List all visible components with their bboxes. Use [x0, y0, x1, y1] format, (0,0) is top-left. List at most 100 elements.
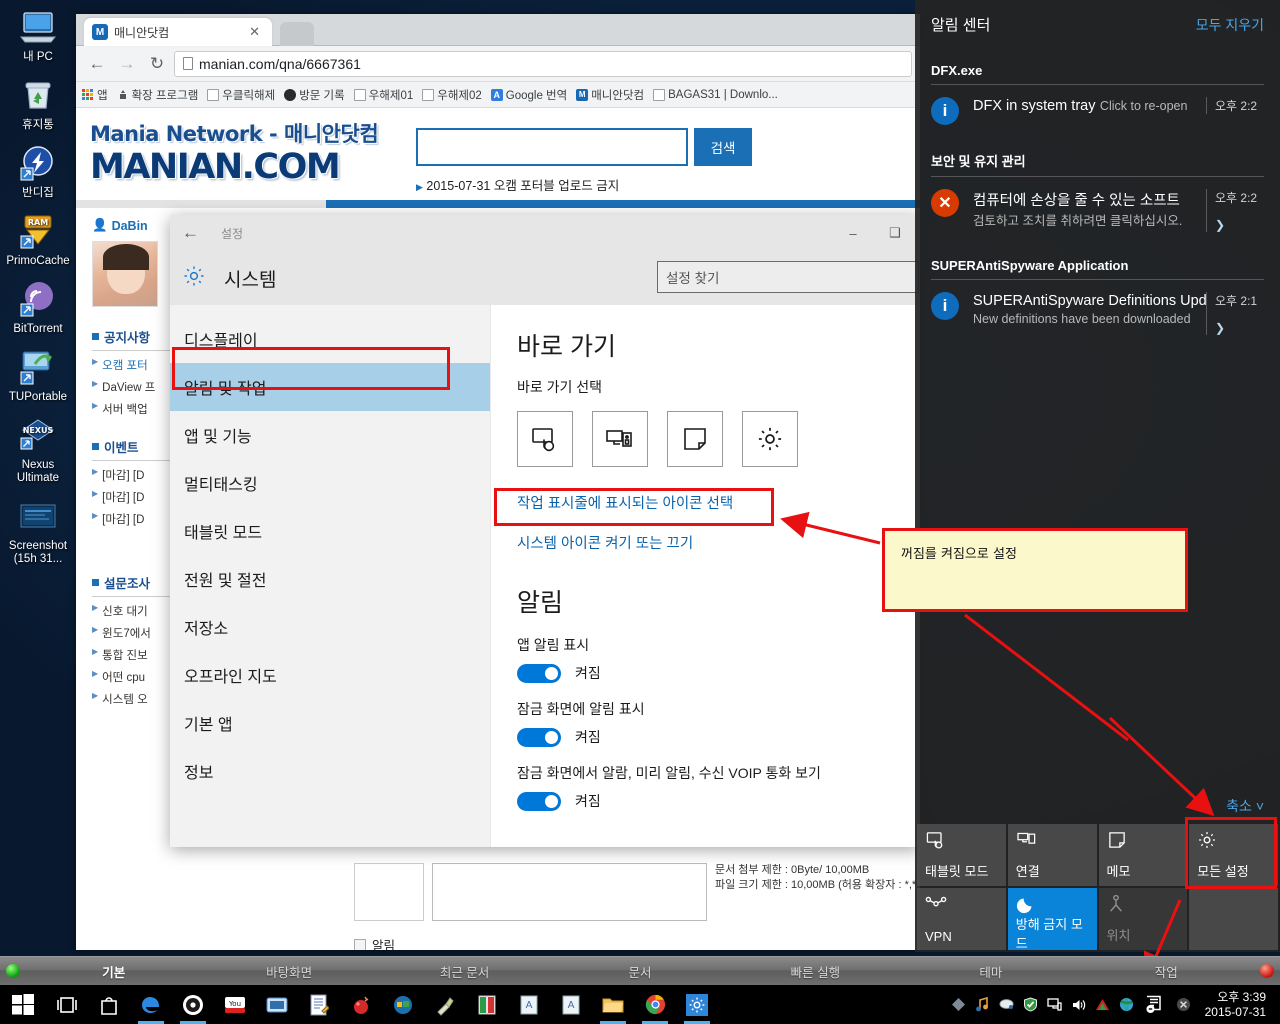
bookmark-extensions[interactable]: 확장 프로그램 [117, 87, 198, 103]
maximize-button[interactable]: ❑ [874, 215, 916, 251]
close-tab-icon[interactable]: ✕ [245, 24, 264, 40]
clear-all-button[interactable]: 모두 지우기 [1196, 15, 1264, 35]
bookmark-manian[interactable]: M 매니안닷컴 [576, 87, 644, 103]
sidebar-item-about[interactable]: 정보 [170, 747, 490, 795]
back-arrow-icon[interactable]: ← [182, 223, 199, 243]
toolbar-item-task[interactable]: 작업 [1079, 962, 1254, 981]
taskbar-clock[interactable]: 오후 3:39 2015-07-31 [1199, 990, 1274, 1020]
chrome-icon[interactable] [634, 985, 676, 1024]
desktop-icon-nexus-ultimate[interactable]: NEXUS Nexus Ultimate [0, 414, 76, 485]
desktop-icon-primocache[interactable]: RAM PrimoCache [0, 210, 76, 268]
store-icon[interactable] [88, 985, 130, 1024]
toolbar-item-documents[interactable]: 문서 [552, 962, 727, 981]
desktop-icon-my-pc[interactable]: 내 PC [0, 6, 76, 64]
dictionary-icon[interactable]: A [508, 985, 550, 1024]
sidebar-item-multitasking[interactable]: 멀티태스킹 [170, 459, 490, 507]
quick-action-connect[interactable]: 연결 [1007, 824, 1097, 886]
toggle-app-notifications[interactable] [517, 663, 561, 683]
quick-tile-note[interactable] [667, 411, 723, 467]
bookmark-apps[interactable]: 앱 [82, 87, 108, 103]
quick-action-quiet-hours[interactable]: 방해 금지 모드 [1007, 888, 1097, 951]
desktop-icon-screenshot[interactable]: Screenshot (15h 31... [0, 495, 76, 566]
desktop-icon-tuportable[interactable]: TUPortable [0, 346, 76, 404]
youtube-icon[interactable]: You [214, 985, 256, 1024]
desktop-icon-bittorrent[interactable]: BitTorrent [0, 278, 76, 336]
bookmark-uhaeje02[interactable]: 우해제02 [422, 87, 482, 103]
notepad-icon[interactable] [298, 985, 340, 1024]
notification-item[interactable]: i DFX in system tray Click to re-open 오후… [931, 85, 1264, 135]
attachment-thumb[interactable] [354, 863, 424, 921]
site-search-input[interactable] [416, 128, 688, 166]
notification-item[interactable]: i SUPERAntiSpyware Definitions Upd New d… [931, 280, 1264, 345]
notification-item[interactable]: ✕ 컴퓨터에 손상을 줄 수 있는 소프트 검토하고 조치를 취하려면 클릭하십… [931, 177, 1264, 242]
mouse-icon[interactable] [998, 996, 1015, 1013]
address-bar[interactable]: manian.com/qna/6667361 [174, 50, 912, 77]
settings-search-input[interactable]: 설정 찾기 [657, 261, 919, 293]
quick-action-note[interactable]: 메모 [1098, 824, 1188, 886]
volume-icon[interactable] [1070, 996, 1087, 1013]
action-center-icon[interactable] [1142, 992, 1168, 1018]
edge-icon[interactable] [130, 985, 172, 1024]
chevron-down-icon[interactable]: ❯ [1215, 321, 1264, 335]
network-icon[interactable] [1046, 996, 1063, 1013]
pdf-icon[interactable] [466, 985, 508, 1024]
daum-pot-icon[interactable] [172, 985, 214, 1024]
sidebar-item-apps-features[interactable]: 앱 및 기능 [170, 411, 490, 459]
quick-action-vpn[interactable]: VPN [917, 888, 1006, 950]
bookmark-history[interactable]: 방문 기록 [284, 87, 345, 103]
quick-action-location[interactable]: 위치 [1098, 888, 1188, 950]
bookmark-rightclick-unlock[interactable]: 우클릭해제 [207, 87, 275, 103]
toolbar-left-orb-icon[interactable] [6, 964, 20, 978]
task-view-icon[interactable] [46, 985, 88, 1024]
quick-action-all-settings[interactable]: 모든 설정 [1189, 824, 1278, 886]
bookmark-uhaeje01[interactable]: 우해제01 [353, 87, 413, 103]
desktop-icon-bandizip[interactable]: 반디집 [0, 142, 76, 200]
sidebar-item-notifications-actions[interactable]: 알림 및 작업 [170, 363, 490, 411]
toggle-lockscreen-alarms-voip[interactable] [517, 791, 561, 811]
media-icon[interactable] [256, 985, 298, 1024]
toolbar-item-basic[interactable]: 기본 [26, 962, 201, 981]
toolbar-item-recent-docs[interactable]: 최근 문서 [377, 962, 552, 981]
toolbar-item-quick-launch[interactable]: 빠른 실행 [728, 962, 903, 981]
back-icon[interactable]: ← [84, 51, 110, 77]
quick-tile-all-settings[interactable] [742, 411, 798, 467]
quick-tile-tablet-mode[interactable] [517, 411, 573, 467]
explorer-icon[interactable] [592, 985, 634, 1024]
toolbar-right-orb-icon[interactable] [1259, 964, 1274, 978]
attachment-list[interactable] [432, 863, 707, 921]
collapse-button[interactable]: 축소 ˅ [915, 796, 1280, 824]
windows-app-icon[interactable] [382, 985, 424, 1024]
toolbar-item-theme[interactable]: 테마 [903, 962, 1078, 981]
link-system-icons-toggle[interactable]: 시스템 아이콘 켜기 또는 끄기 [517, 532, 920, 553]
reload-icon[interactable]: ↻ [144, 51, 170, 77]
desktop-icon-recycle-bin[interactable]: 휴지통 [0, 74, 76, 132]
close-overlay-icon[interactable] [1175, 996, 1192, 1013]
cleaner-icon[interactable] [424, 985, 466, 1024]
toolbar-item-desktop[interactable]: 바탕화면 [201, 962, 376, 981]
sidebar-item-display[interactable]: 디스플레이 [170, 315, 490, 363]
settings-icon[interactable] [676, 985, 718, 1024]
site-search-button[interactable]: 검색 [694, 128, 752, 166]
music-icon[interactable] [974, 996, 991, 1013]
sidebar-item-storage[interactable]: 저장소 [170, 603, 490, 651]
chevron-down-icon[interactable]: ❯ [1215, 218, 1264, 232]
globe-icon[interactable] [1118, 996, 1135, 1013]
notify-checkbox-row[interactable]: 알림 [354, 935, 920, 950]
link-choose-taskbar-icons[interactable]: 작업 표시줄에 표시되는 아이콘 선택 [517, 492, 920, 513]
diamond-icon[interactable] [950, 996, 967, 1013]
browser-tab[interactable]: M 매니안닷컴 ✕ [84, 18, 272, 46]
checkbox-icon[interactable] [354, 938, 366, 950]
autocad-icon[interactable] [1094, 996, 1111, 1013]
forward-icon[interactable]: → [114, 51, 140, 77]
sidebar-item-offline-maps[interactable]: 오프라인 지도 [170, 651, 490, 699]
sidebar-item-power-sleep[interactable]: 전원 및 절전 [170, 555, 490, 603]
toggle-lockscreen-notifications[interactable] [517, 727, 561, 747]
settings-title-bar[interactable]: ← 설정 – ❑ [170, 215, 920, 251]
bookmark-bagas31[interactable]: BAGAS31 | Downlo... [653, 88, 778, 101]
site-notice[interactable]: ▶ 2015-07-31 오캠 포터블 업로드 금지 [416, 175, 752, 194]
minimize-button[interactable]: – [832, 215, 874, 251]
shield-icon[interactable] [1022, 996, 1039, 1013]
red-app-icon[interactable] [340, 985, 382, 1024]
dictionary2-icon[interactable]: A [550, 985, 592, 1024]
sidebar-item-default-apps[interactable]: 기본 앱 [170, 699, 490, 747]
